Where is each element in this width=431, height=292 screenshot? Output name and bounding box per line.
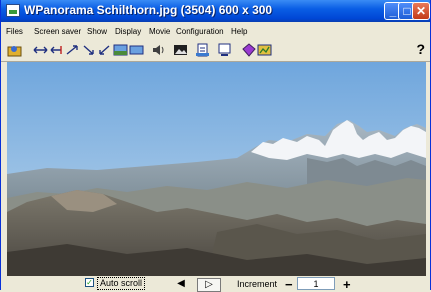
screensaver-icon[interactable] [217, 43, 232, 57]
menu-help[interactable]: Help [231, 27, 247, 36]
app-icon [6, 4, 20, 17]
panorama-scene [7, 62, 426, 276]
open-icon[interactable] [7, 43, 22, 57]
menu-display[interactable]: Display [115, 27, 141, 36]
help-button[interactable]: ? [416, 41, 425, 57]
landscape-icon[interactable] [173, 43, 188, 57]
document-icon[interactable] [195, 43, 210, 57]
menu-screen-saver[interactable]: Screen saver [34, 27, 81, 36]
gallery-icon[interactable] [257, 43, 272, 57]
menu-show[interactable]: Show [87, 27, 107, 36]
speed-down-icon[interactable] [97, 43, 112, 57]
sound-icon[interactable] [151, 43, 166, 57]
panorama-image[interactable] [7, 62, 426, 276]
menu-movie[interactable]: Movie [149, 27, 170, 36]
increment-field[interactable]: 1 [297, 277, 335, 290]
bottom-bar: ✓ Auto scroll ◀ ▷ Increment − 1 + [1, 276, 430, 292]
scroll-right-icon[interactable] [65, 43, 80, 57]
toolbar: ? [1, 40, 430, 62]
menu-bar: Files Screen saver Show Display Movie Co… [1, 24, 430, 40]
increment-label: Increment [237, 279, 278, 289]
auto-scroll-label[interactable]: Auto scroll [97, 277, 146, 290]
title-bar[interactable]: WPanorama Schilthorn.jpg (3504) 600 x 30… [1, 0, 430, 22]
bookmark-icon[interactable] [241, 43, 256, 57]
image-icon[interactable] [129, 43, 144, 57]
app-window: WPanorama Schilthorn.jpg (3504) 600 x 30… [0, 0, 431, 292]
auto-scroll-checkbox[interactable]: ✓ [85, 278, 94, 287]
menu-files[interactable]: Files [6, 27, 23, 36]
move-left-right-icon[interactable] [33, 43, 48, 57]
scroll-left-icon[interactable] [49, 43, 64, 57]
window-title: WPanorama Schilthorn.jpg (3504) 600 x 30… [24, 3, 273, 17]
fit-icon[interactable] [113, 43, 128, 57]
close-button[interactable]: ✕ [412, 2, 430, 20]
menu-configuration[interactable]: Configuration [176, 27, 224, 36]
speed-up-icon[interactable] [81, 43, 96, 57]
